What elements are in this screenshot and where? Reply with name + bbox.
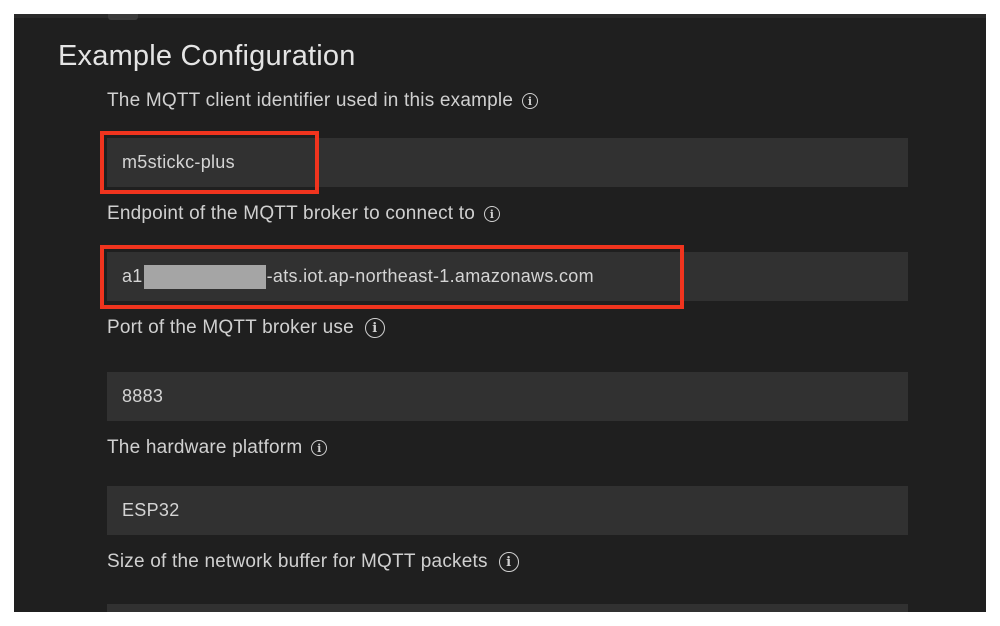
setting-network-buffer: Size of the network buffer for MQTT pack… <box>107 549 908 575</box>
setting-client-id: The MQTT client identifier used in this … <box>107 88 908 114</box>
setting-label-text: The hardware platform <box>107 437 303 458</box>
port-input[interactable]: 8883 <box>107 372 908 421</box>
info-icon[interactable]: i <box>484 206 500 222</box>
top-scroll-strip <box>14 14 986 18</box>
setting-hardware-platform: The hardware platform i <box>107 435 908 461</box>
setting-label: The MQTT client identifier used in this … <box>107 88 908 114</box>
redacted-region <box>143 264 266 289</box>
info-icon[interactable]: i <box>522 93 539 109</box>
hardware-platform-value: ESP32 <box>122 500 180 520</box>
collapsed-item-handle <box>108 14 138 20</box>
section-title: Example Configuration <box>58 40 356 72</box>
info-icon[interactable]: i <box>311 440 328 456</box>
info-icon[interactable]: i <box>498 552 519 572</box>
setting-label: Size of the network buffer for MQTT pack… <box>107 549 908 575</box>
setting-label: The hardware platform i <box>107 435 908 461</box>
setting-label: Endpoint of the MQTT broker to connect t… <box>107 201 908 227</box>
setting-label-text: The MQTT client identifier used in this … <box>107 90 514 111</box>
setting-port: Port of the MQTT broker use i <box>107 315 908 341</box>
settings-panel: Example Configuration The MQTT client id… <box>14 14 986 612</box>
setting-label: Port of the MQTT broker use i <box>107 315 908 341</box>
port-value: 8883 <box>122 386 164 406</box>
setting-endpoint: Endpoint of the MQTT broker to connect t… <box>107 201 908 227</box>
setting-label-text: Size of the network buffer for MQTT pack… <box>107 551 488 572</box>
network-buffer-input[interactable] <box>107 604 908 612</box>
endpoint-value-prefix: a1 <box>122 266 143 286</box>
setting-label-text: Port of the MQTT broker use <box>107 317 354 338</box>
client-id-value: m5stickc-plus <box>122 152 235 172</box>
setting-label-text: Endpoint of the MQTT broker to connect t… <box>107 203 475 224</box>
hardware-platform-input[interactable]: ESP32 <box>107 486 908 535</box>
client-id-input[interactable]: m5stickc-plus <box>107 138 908 187</box>
endpoint-value-suffix: -ats.iot.ap-northeast-1.amazonaws.com <box>266 266 594 286</box>
endpoint-input[interactable]: a1 -ats.iot.ap-northeast-1.amazonaws.com <box>107 252 908 301</box>
info-icon[interactable]: i <box>364 318 385 338</box>
